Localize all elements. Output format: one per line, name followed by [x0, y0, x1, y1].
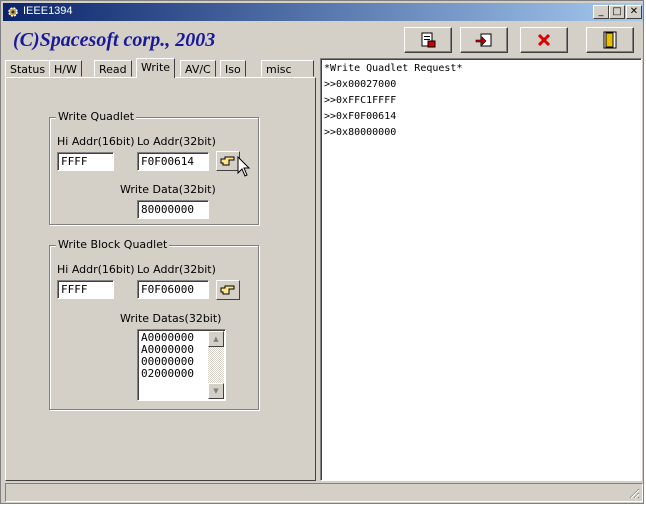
- clear-x-icon: [537, 33, 551, 47]
- pointing-hand-icon: [220, 285, 235, 295]
- scroll-up-button[interactable]: ▲: [208, 331, 224, 347]
- hi-addr-label: Hi Addr(16bit): [57, 135, 135, 148]
- block-write-button[interactable]: [216, 280, 240, 300]
- status-bar: [5, 483, 643, 502]
- list-item[interactable]: 02000000: [141, 368, 194, 380]
- close-icon: ✕: [629, 6, 639, 17]
- write-data-label: Write Data(32bit): [120, 183, 216, 196]
- tab-hw[interactable]: H/W: [49, 60, 82, 77]
- mouse-cursor-icon: [237, 156, 251, 177]
- write-block-group: Write Block Quadlet Hi Addr(16bit) Lo Ad…: [49, 238, 259, 410]
- write-block-title: Write Block Quadlet: [56, 238, 170, 251]
- tab-write[interactable]: Write: [136, 58, 176, 78]
- exit-door-icon: [603, 31, 617, 49]
- scroll-down-button[interactable]: ▼: [208, 383, 224, 399]
- log-line: *Write Quadlet Request*: [324, 63, 463, 74]
- tab-read[interactable]: Read: [94, 60, 132, 77]
- log-line: >>0x80000000: [324, 127, 397, 138]
- block-lo-addr-label: Lo Addr(32bit): [137, 263, 216, 276]
- minimize-button[interactable]: _: [593, 5, 609, 19]
- log-output[interactable]: *Write Quadlet Request* >>0x00027000 >>0…: [320, 58, 642, 481]
- title-bar[interactable]: IEEE1394 _ □ ✕: [3, 3, 643, 21]
- quadlet-data-input[interactable]: 80000000: [137, 200, 209, 219]
- maximize-button[interactable]: □: [609, 5, 625, 19]
- tab-status[interactable]: Status: [5, 60, 51, 77]
- tab-misc[interactable]: misc: [261, 60, 314, 77]
- write-tab-panel: Write Quadlet Hi Addr(16bit) Lo Addr(32b…: [5, 77, 316, 481]
- tool-button-read-file[interactable]: [404, 27, 452, 53]
- close-button[interactable]: ✕: [626, 5, 642, 19]
- tab-avc[interactable]: AV/C: [180, 60, 216, 77]
- block-hi-addr-input[interactable]: FFFF: [57, 280, 114, 299]
- brand-banner: (C)Spacesoft corp., 2003: [13, 29, 216, 51]
- up-arrow-icon: ▲: [213, 335, 219, 343]
- tool-button-exit[interactable]: [586, 27, 634, 53]
- resize-grip-icon[interactable]: [628, 487, 640, 499]
- main-window: IEEE1394 _ □ ✕ (C)Spacesoft corp., 2003 …: [0, 0, 644, 504]
- down-arrow-icon: ▼: [213, 387, 219, 395]
- block-hi-addr-label: Hi Addr(16bit): [57, 263, 135, 276]
- app-gear-icon: [8, 7, 18, 17]
- write-quadlet-title: Write Quadlet: [56, 110, 137, 123]
- quadlet-lo-addr-input[interactable]: F0F00614: [137, 152, 209, 171]
- read-file-icon: [421, 32, 436, 48]
- pointing-hand-icon: [220, 156, 235, 166]
- write-datas-list[interactable]: A0000000 A0000000 00000000 02000000 ▲ ▼: [137, 329, 226, 401]
- write-quadlet-group: Write Quadlet Hi Addr(16bit) Lo Addr(32b…: [49, 110, 259, 225]
- minimize-icon: _: [598, 6, 604, 17]
- window-title: IEEE1394: [23, 5, 73, 17]
- write-datas-label: Write Datas(32bit): [120, 312, 222, 325]
- log-line: >>0xF0F00614: [324, 111, 397, 122]
- tool-button-transfer[interactable]: [460, 27, 508, 53]
- transfer-icon: [475, 33, 492, 47]
- log-line: >>0x00027000: [324, 79, 397, 90]
- write-datas-items: A0000000 A0000000 00000000 02000000: [141, 332, 194, 380]
- log-line: >>0xFFC1FFFF: [324, 95, 397, 106]
- tool-button-clear[interactable]: [520, 27, 568, 53]
- quadlet-hi-addr-input[interactable]: FFFF: [57, 152, 114, 171]
- block-lo-addr-input[interactable]: F0F06000: [137, 280, 209, 299]
- lo-addr-label: Lo Addr(32bit): [137, 135, 216, 148]
- vertical-scrollbar[interactable]: ▲ ▼: [208, 331, 224, 399]
- maximize-icon: □: [612, 6, 622, 17]
- tab-iso[interactable]: Iso: [220, 60, 246, 77]
